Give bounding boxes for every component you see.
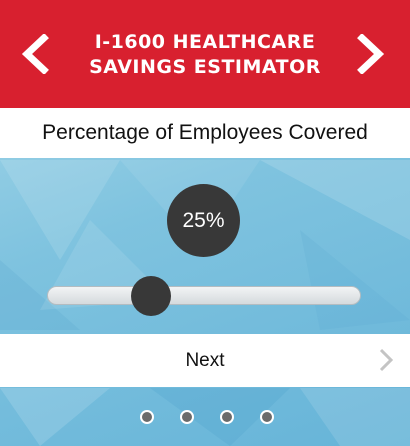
app-title: I-1600 HEALTHCARE SAVINGS ESTIMATOR: [89, 31, 321, 78]
chevron-right-icon: [357, 33, 385, 75]
header-bar: I-1600 HEALTHCARE SAVINGS ESTIMATOR: [0, 0, 410, 108]
pagination-dot[interactable]: [260, 410, 274, 424]
next-button-label: Next: [185, 350, 225, 371]
question-bar: Percentage of Employees Covered: [0, 108, 410, 158]
pagination-dot[interactable]: [180, 410, 194, 424]
next-header-button[interactable]: [354, 33, 388, 75]
chevron-left-icon: [21, 33, 49, 75]
slider-handle[interactable]: [130, 276, 171, 316]
slider-value-bubble: 25%: [167, 184, 240, 257]
savings-estimator-widget: I-1600 HEALTHCARE SAVINGS ESTIMATOR Perc…: [0, 0, 410, 446]
pagination-dot[interactable]: [220, 410, 234, 424]
prev-button[interactable]: [18, 33, 52, 75]
chevron-right-icon: [379, 348, 394, 372]
coverage-slider-track[interactable]: [47, 286, 361, 305]
next-button[interactable]: Next: [0, 334, 410, 387]
pagination-dot[interactable]: [140, 410, 154, 424]
question-label: Percentage of Employees Covered: [42, 121, 368, 144]
